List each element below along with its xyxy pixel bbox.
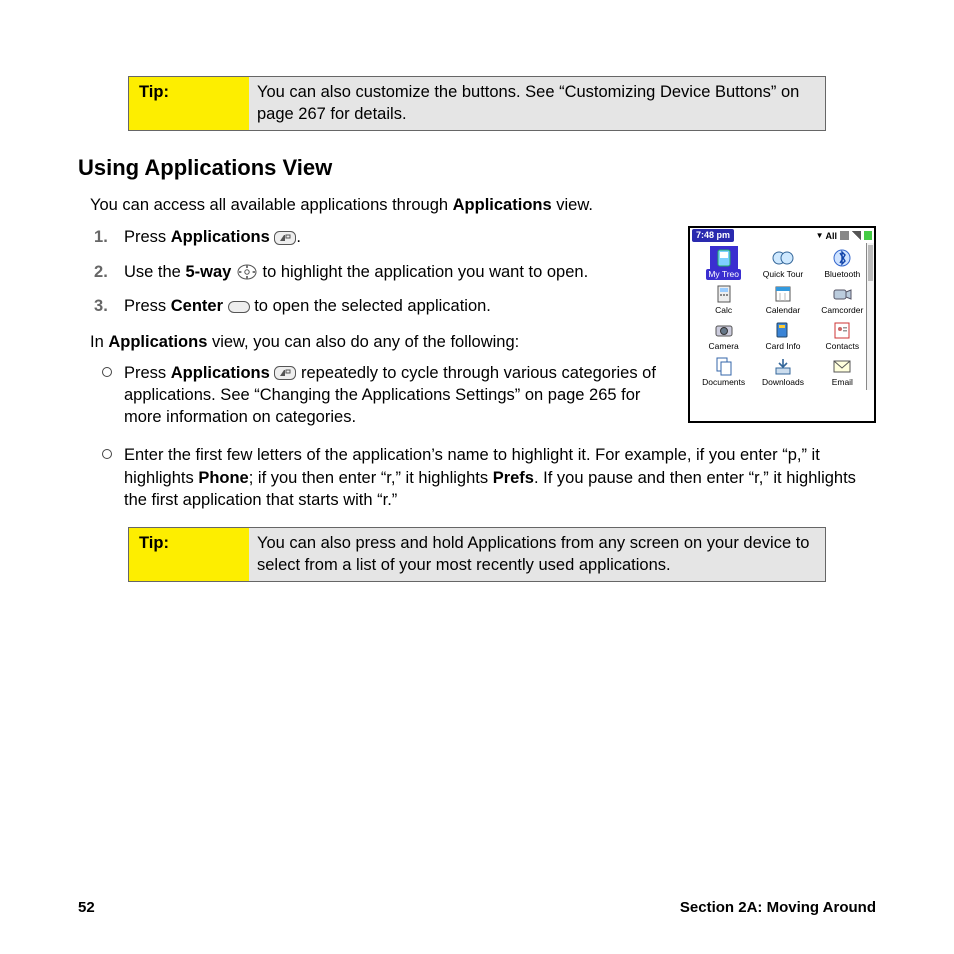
screenshot-app-quicktour: Quick Tour [753,246,812,280]
intro-paragraph: You can access all available application… [90,194,876,216]
five-way-nav-icon [236,263,258,281]
screenshot-statusbar: 7:48 pm ▼ All [690,228,874,243]
bullet-1: Press Applications repeatedly to cycle t… [124,362,678,429]
screenshot-app-bluetooth: Bluetooth [813,246,872,280]
screenshot-app-calendar: Calendar [753,282,812,316]
tip-box-1: Tip: You can also customize the buttons.… [128,76,826,131]
text: Use the [124,263,185,281]
applications-button-icon [274,366,296,380]
screenshot-time: 7:48 pm [692,229,734,242]
text: to open the selected application. [254,297,491,315]
screenshot-app-calc: Calc [694,282,753,316]
text-strong: Center [171,297,223,315]
text-strong: Applications [171,364,270,382]
text: to highlight the application you want to… [263,263,589,281]
screenshot-app-camcorder: Camcorder [813,282,872,316]
text: Press [124,364,171,382]
text-strong: 5-way [185,263,231,281]
text: You can access all available application… [90,196,453,214]
step-1: Press Applications . [124,226,678,248]
screenshot-category: All [825,230,837,242]
tip-body: You can also customize the buttons. See … [249,77,825,130]
tip-body: You can also press and hold Applications… [249,528,825,581]
text: view. [552,196,593,214]
text: . [296,228,301,246]
text: ; if you then enter “r,” it highlights [249,469,493,487]
bullet-2: Enter the first few letters of the appli… [124,444,876,511]
screenshot-app-downloads: Downloads [753,354,812,388]
screenshot-app-grid: My Treo Quick Tour Bluetooth Calc Calend… [690,243,874,390]
page-number: 52 [78,898,95,918]
signal-status-icon [852,231,861,240]
dropdown-triangle-icon: ▼ [816,231,824,242]
screenshot-app-documents: Documents [694,354,753,388]
screenshot-app-mytreo: My Treo [694,246,753,280]
text-strong: Applications [171,228,270,246]
steps-list: Press Applications . Use the 5-way to hi… [90,226,678,317]
text-strong: Phone [198,469,248,487]
tip-label: Tip: [129,528,249,581]
bullet-list-continued: Enter the first few letters of the appli… [90,444,876,511]
screenshot-app-camera: Camera [694,318,753,352]
card-status-icon [840,231,849,240]
step-2: Use the 5-way to highlight the applicati… [124,261,678,283]
tip-box-2: Tip: You can also press and hold Applica… [128,527,826,582]
screenshot-app-email: Email [813,354,872,388]
screenshot-app-cardinfo: Card Info [753,318,812,352]
bullet-list: Press Applications repeatedly to cycle t… [90,362,678,429]
text-strong: Applications [453,196,552,214]
step-3: Press Center to open the selected applic… [124,295,678,317]
screenshot-app-contacts: Contacts [813,318,872,352]
screenshot-scrollbar [866,243,874,390]
after-steps-paragraph: In Applications view, you can also do an… [90,331,678,353]
text: Press [124,228,171,246]
applications-view-screenshot: 7:48 pm ▼ All My Treo Quick Tour [688,226,876,423]
page-footer: 52 Section 2A: Moving Around [78,898,876,918]
text: view, you can also do any of the followi… [207,333,519,351]
text-strong: Applications [108,333,207,351]
text: Press [124,297,171,315]
tip-label: Tip: [129,77,249,130]
section-heading: Using Applications View [78,153,876,183]
text: In [90,333,108,351]
battery-status-icon [864,231,872,240]
applications-button-icon [274,231,296,245]
section-label: Section 2A: Moving Around [680,898,876,918]
center-button-icon [228,301,250,313]
text-strong: Prefs [493,469,534,487]
